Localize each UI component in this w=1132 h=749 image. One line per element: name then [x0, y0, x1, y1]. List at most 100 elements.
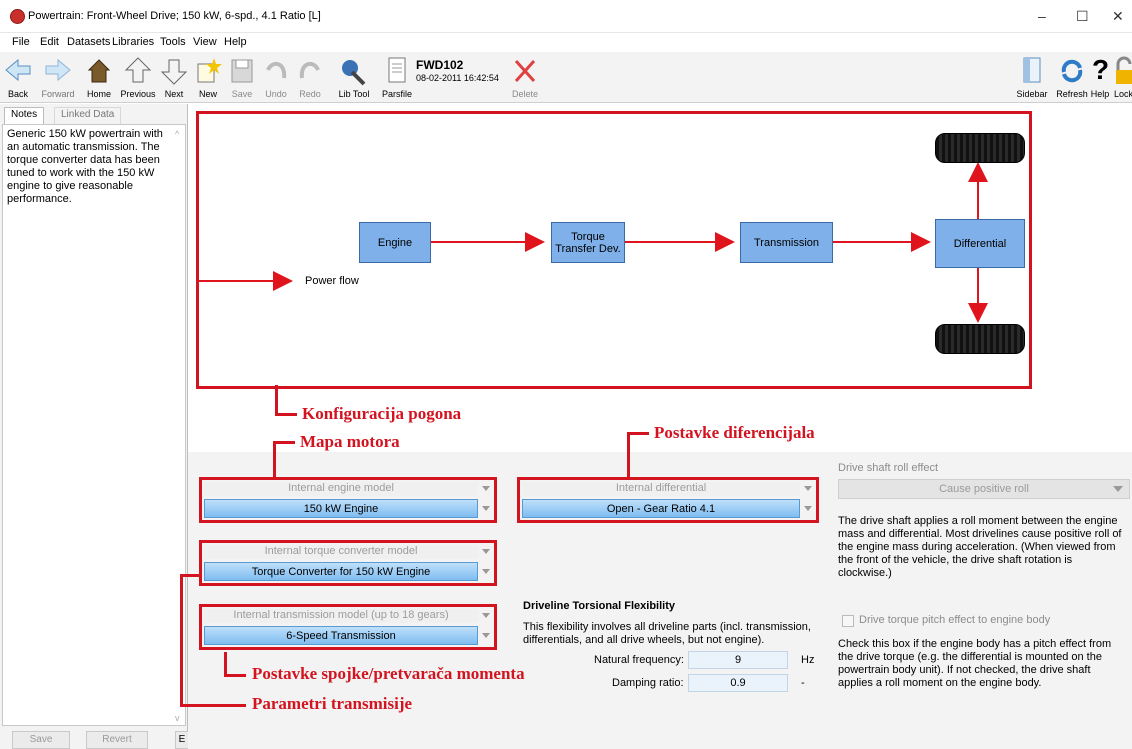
menu-view[interactable]: View — [193, 36, 217, 48]
flex-title: Driveline Torsional Flexibility — [523, 600, 676, 612]
menu-file[interactable]: File — [12, 36, 30, 48]
menu-edit[interactable]: Edit — [40, 36, 59, 48]
notes-extra-button[interactable]: E — [175, 731, 189, 749]
leader-diferencijal-v — [627, 432, 630, 478]
damping-input[interactable]: 0.9 — [688, 674, 788, 692]
redo-label: Redo — [299, 89, 321, 99]
menu-datasets[interactable]: Datasets — [67, 36, 110, 48]
natfreq-unit: Hz — [801, 654, 815, 666]
torque-model-header[interactable]: Internal torque converter model — [204, 545, 478, 559]
up-arrow-icon — [124, 57, 152, 83]
chevron-down-icon[interactable] — [804, 486, 812, 491]
differential-header[interactable]: Internal differential — [522, 482, 800, 496]
sidebar-button[interactable]: Sidebar — [1014, 52, 1050, 102]
engine-model-header[interactable]: Internal engine model — [204, 482, 478, 496]
pitch-description: Check this box if the engine body has a … — [838, 638, 1112, 689]
new-button[interactable]: New — [194, 52, 222, 102]
tab-notes[interactable]: Notes — [4, 107, 45, 124]
torque-transfer-block[interactable]: Torque Transfer Dev. — [551, 222, 625, 263]
chevron-down-icon[interactable] — [482, 569, 490, 574]
powertrain-diagram: Engine Torque Transfer Dev. Transmission… — [196, 111, 1032, 389]
delete-label: Delete — [511, 89, 538, 99]
wrench-icon — [342, 60, 366, 86]
torque-block-line2: Transfer Dev. — [555, 242, 621, 255]
delete-button[interactable]: Delete — [508, 52, 542, 102]
refresh-button[interactable]: Refresh — [1054, 52, 1090, 102]
next-button[interactable]: Next — [160, 52, 188, 102]
maximize-button[interactable]: ☐ — [1076, 8, 1089, 25]
save-label: Save — [231, 89, 253, 99]
scroll-up-icon[interactable]: ^ — [175, 129, 179, 139]
forward-button[interactable]: Forward — [38, 52, 78, 102]
transmission-model-header[interactable]: Internal transmission model (up to 18 ge… — [204, 609, 478, 623]
transmission-block[interactable]: Transmission — [740, 222, 833, 263]
previous-button[interactable]: Previous — [118, 52, 158, 102]
libtool-button[interactable]: Lib Tool — [338, 52, 370, 102]
redo-button[interactable]: Redo — [296, 52, 324, 102]
lock-icon — [1116, 56, 1132, 84]
refresh-icon — [1061, 59, 1083, 83]
power-flow-label: Power flow — [305, 275, 359, 287]
home-icon — [87, 59, 111, 83]
parsfile-button[interactable]: Parsfile — [380, 52, 414, 102]
tab-linked-data[interactable]: Linked Data — [54, 107, 122, 124]
lock-button[interactable]: Lock — [1112, 52, 1132, 102]
scroll-down-icon[interactable]: v — [175, 713, 180, 723]
back-arrow-icon — [5, 58, 31, 82]
redo-icon — [299, 61, 320, 79]
torque-model-combo: Internal torque converter model Torque C… — [199, 540, 497, 586]
differential-block[interactable]: Differential — [935, 219, 1025, 268]
window-title: Powertrain: Front-Wheel Drive; 150 kW, 6… — [28, 10, 321, 22]
title-bar: Powertrain: Front-Wheel Drive; 150 kW, 6… — [0, 0, 1132, 33]
undo-button[interactable]: Undo — [262, 52, 290, 102]
save-disk-icon — [231, 59, 253, 83]
sidebar: Notes Linked Data Generic 150 kW powertr… — [0, 104, 188, 749]
engine-model-combo: Internal engine model 150 kW Engine — [199, 477, 497, 523]
undo-icon — [266, 61, 287, 79]
notes-revert-button[interactable]: Revert — [86, 731, 148, 749]
forward-arrow-icon — [45, 58, 71, 82]
previous-label: Previous — [120, 89, 156, 99]
chevron-down-icon[interactable] — [482, 613, 490, 618]
damping-label: Damping ratio: — [612, 677, 684, 689]
home-button[interactable]: Home — [84, 52, 114, 102]
back-button[interactable]: Back — [4, 52, 32, 102]
notes-save-button[interactable]: Save — [12, 731, 70, 749]
leader-konfiguracija-v — [275, 385, 278, 416]
chevron-down-icon[interactable] — [482, 549, 490, 554]
sidebar-label: Sidebar — [1016, 89, 1048, 99]
torque-model-select[interactable]: Torque Converter for 150 kW Engine — [204, 562, 478, 581]
notes-textarea[interactable]: Generic 150 kW powertrain with an automa… — [2, 124, 186, 726]
natfreq-input[interactable]: 9 — [688, 651, 788, 669]
parsfile-icon — [388, 57, 406, 83]
home-label: Home — [86, 89, 111, 99]
help-button[interactable]: ? Help — [1088, 52, 1112, 102]
menu-tools[interactable]: Tools — [160, 36, 186, 48]
rollfx-select[interactable]: Cause positive roll — [838, 479, 1130, 499]
dataset-date: 08-02-2011 16:42:54 — [416, 73, 499, 83]
natfreq-label: Natural frequency: — [594, 654, 684, 666]
engine-block[interactable]: Engine — [359, 222, 431, 263]
save-toolbar-button[interactable]: Save — [228, 52, 256, 102]
chevron-down-icon — [1113, 486, 1123, 492]
leader-diferencijal-h — [627, 432, 649, 435]
minimize-button[interactable]: – — [1038, 8, 1046, 24]
transmission-model-select[interactable]: 6-Speed Transmission — [204, 626, 478, 645]
pitch-checkbox[interactable] — [842, 615, 854, 627]
menu-help[interactable]: Help — [224, 36, 247, 48]
lock-label: Lock — [1114, 89, 1132, 99]
engine-model-select[interactable]: 150 kW Engine — [204, 499, 478, 518]
leader-transmisija-v — [180, 574, 183, 706]
menu-libraries[interactable]: Libraries — [112, 36, 154, 48]
chevron-down-icon[interactable] — [482, 633, 490, 638]
differential-select[interactable]: Open - Gear Ratio 4.1 — [522, 499, 800, 518]
undo-label: Undo — [265, 89, 287, 99]
chevron-down-icon[interactable] — [804, 506, 812, 511]
help-icon: ? — [1092, 54, 1110, 85]
chevron-down-icon[interactable] — [482, 486, 490, 491]
close-button[interactable]: ✕ — [1112, 8, 1124, 25]
chevron-down-icon[interactable] — [482, 506, 490, 511]
back-label: Back — [7, 89, 28, 99]
help-label: Help — [1090, 89, 1110, 99]
dataset-name: FWD102 — [416, 58, 464, 72]
